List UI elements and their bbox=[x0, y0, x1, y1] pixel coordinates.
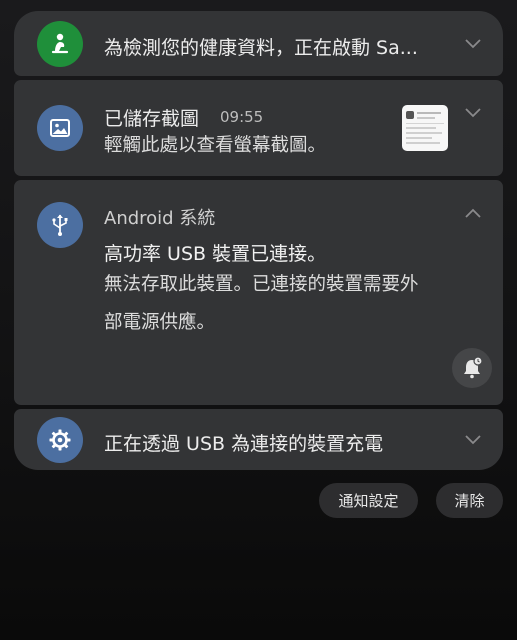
notification-usb-device[interactable]: Android 系統 高功率 USB 裝置已連接。 無法存取此裝置。已連接的裝置… bbox=[14, 180, 503, 405]
notification-usb-charging[interactable]: 正在透過 USB 為連接的裝置充電 bbox=[14, 409, 503, 470]
chevron-down-icon[interactable] bbox=[465, 435, 481, 445]
health-person-icon bbox=[37, 21, 83, 67]
notification-app-name: Android 系統 bbox=[104, 208, 216, 229]
notification-shade: 為檢測您的健康資料，正在啟動 Sa... 已儲存截圖 09:55 輕觸此處以查看… bbox=[0, 0, 517, 640]
gear-icon bbox=[37, 417, 83, 463]
screenshot-thumbnail[interactable] bbox=[402, 105, 448, 151]
notification-health[interactable]: 為檢測您的健康資料，正在啟動 Sa... bbox=[14, 11, 503, 76]
chevron-down-icon[interactable] bbox=[465, 39, 481, 49]
clear-button[interactable]: 清除 bbox=[436, 483, 503, 518]
notification-settings-button[interactable]: 通知設定 bbox=[319, 483, 418, 518]
notification-title: 為檢測您的健康資料，正在啟動 Sa... bbox=[104, 37, 418, 59]
notification-body-line2: 部電源供應。 bbox=[104, 312, 216, 333]
notification-body: 輕觸此處以查看螢幕截圖。 bbox=[104, 135, 327, 156]
image-icon bbox=[37, 105, 83, 151]
notification-screenshot[interactable]: 已儲存截圖 09:55 輕觸此處以查看螢幕截圖。 bbox=[14, 80, 503, 176]
notification-title: 已儲存截圖 bbox=[104, 108, 200, 130]
chevron-down-icon[interactable] bbox=[465, 108, 481, 118]
notification-title: 正在透過 USB 為連接的裝置充電 bbox=[104, 433, 384, 455]
notification-time: 09:55 bbox=[220, 108, 264, 126]
notification-body-line1: 無法存取此裝置。已連接的裝置需要外 bbox=[104, 274, 419, 295]
chevron-up-icon[interactable] bbox=[465, 208, 481, 218]
notification-title: 高功率 USB 裝置已連接。 bbox=[104, 243, 327, 265]
snooze-bell-icon[interactable] bbox=[452, 348, 492, 388]
usb-icon bbox=[37, 202, 83, 248]
